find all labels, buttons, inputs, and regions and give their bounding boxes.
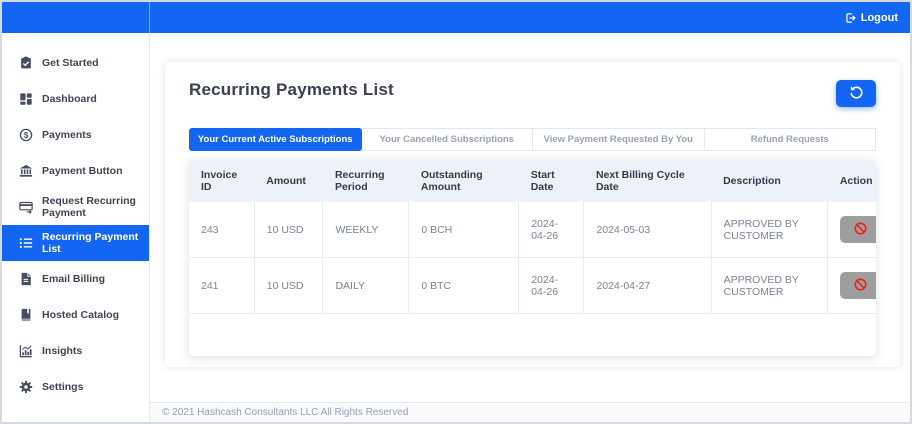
cell-amount: 10 USD xyxy=(254,257,324,314)
main-area: Recurring Payments List Your Current Act… xyxy=(150,33,910,422)
gear-icon xyxy=(19,380,33,394)
block-icon xyxy=(853,277,868,295)
cell-next-billing-cycle-date: 2024-04-27 xyxy=(583,257,712,314)
copyright-text: © 2021 Hashcash Consultants LLC All Righ… xyxy=(162,407,409,418)
cell-next-billing-cycle-date: 2024-05-03 xyxy=(583,202,712,258)
cell-description: APPROVED BY CUSTOMER xyxy=(711,257,829,314)
app-window: Logout Get Started Dashboard $ Payments … xyxy=(0,0,912,424)
subscriptions-table-card: Invoice ID Amount Recurring Period Outst… xyxy=(189,160,876,356)
cell-outstanding-amount: 0 BTC xyxy=(408,257,520,314)
sidebar-item-label: Settings xyxy=(42,380,84,393)
top-navbar: Logout xyxy=(2,2,910,33)
cell-outstanding-amount: 0 BCH xyxy=(408,202,520,258)
sidebar-item-label: Get Started xyxy=(42,56,99,69)
table-row: 243 10 USD WEEKLY 0 BCH 2024-04-26 2024-… xyxy=(189,202,876,258)
column-header-invoice-id: Invoice ID xyxy=(189,160,255,202)
column-header-next-billing-cycle-date: Next Billing Cycle Date xyxy=(583,160,712,202)
sidebar-item-label: Email Billing xyxy=(42,272,106,285)
file-icon xyxy=(19,272,33,286)
column-header-outstanding-amount: Outstanding Amount xyxy=(408,160,519,202)
svg-text:$: $ xyxy=(24,131,29,140)
topbar-actions: Logout xyxy=(150,12,910,24)
column-header-description: Description xyxy=(711,160,828,202)
content-area: Recurring Payments List Your Current Act… xyxy=(150,33,910,402)
cell-recurring-period: WEEKLY xyxy=(322,202,410,258)
dashboard-grid-icon xyxy=(19,92,33,106)
column-header-amount: Amount xyxy=(254,160,323,202)
sidebar-item-dashboard[interactable]: Dashboard xyxy=(2,81,149,117)
footer: © 2021 Hashcash Consultants LLC All Righ… xyxy=(150,402,910,422)
tab-current-active-subscriptions[interactable]: Your Current Active Subscriptions xyxy=(189,128,362,151)
sidebar-item-payment-button[interactable]: Payment Button xyxy=(2,153,149,189)
cell-action xyxy=(827,202,876,258)
page-title: Recurring Payments List xyxy=(189,80,394,99)
cell-start-date: 2024-04-26 xyxy=(518,202,585,258)
book-icon xyxy=(19,308,33,322)
table-header-row: Invoice ID Amount Recurring Period Outst… xyxy=(189,160,876,202)
sidebar-item-label: Hosted Catalog xyxy=(42,308,120,321)
block-icon xyxy=(853,221,868,239)
sidebar-item-insights[interactable]: Insights xyxy=(2,333,149,369)
logout-button[interactable]: Logout xyxy=(845,12,898,24)
sidebar-item-label: Insights xyxy=(42,344,83,357)
topbar-brand-area xyxy=(2,2,150,33)
sidebar-item-payments[interactable]: $ Payments xyxy=(2,117,149,153)
history-icon xyxy=(849,85,864,103)
refresh-history-button[interactable] xyxy=(836,80,876,107)
cell-action xyxy=(827,257,876,314)
tab-refund-requests[interactable]: Refund Requests xyxy=(703,128,876,151)
list-icon xyxy=(19,236,33,250)
sidebar-item-label: Payment Button xyxy=(42,164,123,177)
sidebar-item-hosted-catalog[interactable]: Hosted Catalog xyxy=(2,297,149,333)
tab-view-payment-requested[interactable]: View Payment Requested By You xyxy=(532,128,705,151)
logout-icon xyxy=(845,12,857,24)
sidebar-item-label: Recurring Payment List xyxy=(42,230,139,255)
logout-label: Logout xyxy=(860,11,898,24)
cell-description: APPROVED BY CUSTOMER xyxy=(711,202,829,258)
card-arrow-icon xyxy=(19,200,33,214)
sidebar-item-email-billing[interactable]: Email Billing xyxy=(2,261,149,297)
sidebar-item-label: Dashboard xyxy=(42,92,97,105)
chart-icon xyxy=(19,344,33,358)
subscriptions-table: Invoice ID Amount Recurring Period Outst… xyxy=(189,160,876,314)
column-header-start-date: Start Date xyxy=(518,160,584,202)
cancel-subscription-button[interactable] xyxy=(840,216,876,243)
sidebar: Get Started Dashboard $ Payments Payment… xyxy=(2,33,150,422)
sidebar-item-label: Payments xyxy=(42,128,92,141)
tab-cancelled-subscriptions[interactable]: Your Cancelled Subscriptions xyxy=(360,128,533,151)
sidebar-item-get-started[interactable]: Get Started xyxy=(2,45,149,81)
column-header-action: Action xyxy=(827,160,876,202)
clipboard-check-icon xyxy=(19,56,33,70)
bank-icon xyxy=(19,164,33,178)
dollar-circle-icon: $ xyxy=(19,128,33,142)
subscription-tabs: Your Current Active Subscriptions Your C… xyxy=(189,128,876,151)
cell-invoice-id: 243 xyxy=(189,202,255,258)
sidebar-item-request-recurring-payment[interactable]: Request Recurring Payment xyxy=(2,189,149,225)
column-header-recurring-period: Recurring Period xyxy=(322,160,409,202)
cancel-subscription-button[interactable] xyxy=(840,272,876,299)
table-row: 241 10 USD DAILY 0 BTC 2024-04-26 2024-0… xyxy=(189,257,876,314)
sidebar-item-recurring-payment-list[interactable]: Recurring Payment List xyxy=(2,225,149,261)
sidebar-item-settings[interactable]: Settings xyxy=(2,369,149,405)
cell-start-date: 2024-04-26 xyxy=(518,257,585,314)
cell-amount: 10 USD xyxy=(254,202,324,258)
recurring-payments-card: Recurring Payments List Your Current Act… xyxy=(165,62,900,367)
cell-invoice-id: 241 xyxy=(189,257,255,314)
sidebar-item-label: Request Recurring Payment xyxy=(42,194,136,219)
cell-recurring-period: DAILY xyxy=(322,257,410,314)
